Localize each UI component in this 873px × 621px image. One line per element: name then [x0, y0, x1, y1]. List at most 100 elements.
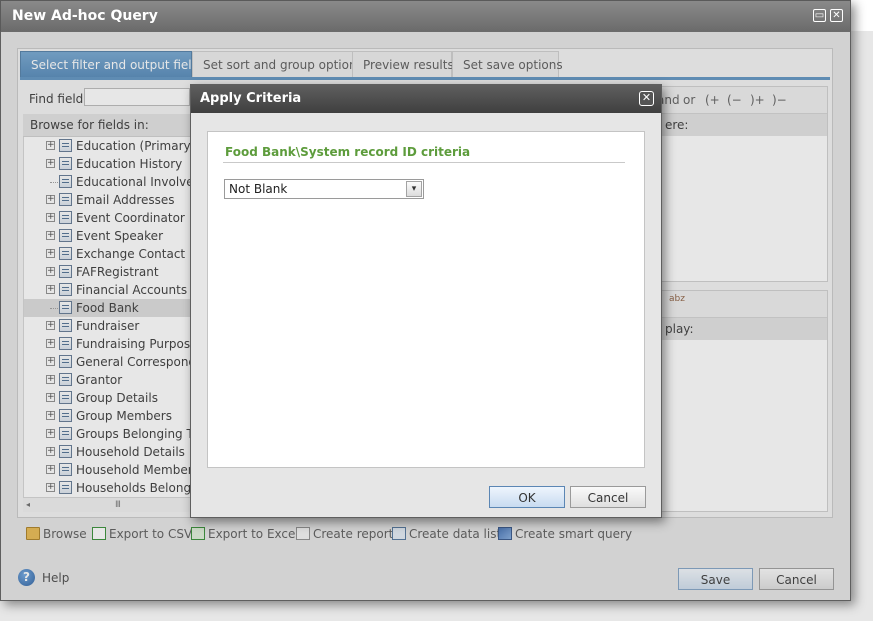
- tree-item-label: Fundraiser: [76, 319, 140, 333]
- tree-item[interactable]: + Household Details: [24, 443, 194, 461]
- expand-icon[interactable]: +: [46, 411, 55, 420]
- tab-underline: [20, 77, 830, 80]
- tree-item[interactable]: + General Corresponder: [24, 353, 194, 371]
- dialog-cancel-button[interactable]: Cancel: [570, 486, 646, 508]
- tab-sort-group[interactable]: Set sort and group options: [192, 51, 372, 78]
- expand-icon[interactable]: +: [46, 483, 55, 492]
- expand-icon[interactable]: +: [46, 231, 55, 240]
- filter-header: ere:: [661, 114, 827, 136]
- find-field-label: Find field:: [29, 92, 88, 106]
- tree-item[interactable]: Educational Involvem: [24, 173, 194, 191]
- table-node-icon: [59, 229, 72, 242]
- table-node-icon: [59, 139, 72, 152]
- ok-button[interactable]: OK: [489, 486, 565, 508]
- tree-item[interactable]: + Fundraiser: [24, 317, 194, 335]
- export-csv-button[interactable]: Export to CSV: [92, 527, 192, 541]
- table-node-icon: [59, 265, 72, 278]
- spellcheck-icon[interactable]: abz: [669, 294, 685, 304]
- maximize-icon[interactable]: ▭: [813, 9, 826, 22]
- browse-label: Browse for fields in:: [30, 118, 149, 132]
- tree-item[interactable]: + Grantor: [24, 371, 194, 389]
- table-node-icon: [59, 283, 72, 296]
- tab-select-fields[interactable]: Select filter and output fields: [20, 51, 206, 78]
- expand-icon[interactable]: +: [46, 447, 55, 456]
- tree-item[interactable]: + Education History: [24, 155, 194, 173]
- save-button[interactable]: Save: [678, 568, 753, 590]
- expand-icon[interactable]: +: [46, 339, 55, 348]
- tree-item-label: Group Members: [76, 409, 172, 423]
- create-report-button[interactable]: Create report: [296, 527, 393, 541]
- tree-item-label: Households Belongin: [76, 481, 194, 495]
- expand-icon[interactable]: +: [46, 357, 55, 366]
- window-title-bar[interactable]: New Ad-hoc Query ▭ ✕: [1, 1, 850, 32]
- tree-item[interactable]: + Event Coordinator: [24, 209, 194, 227]
- open-paren-or-button[interactable]: (−: [727, 93, 742, 107]
- expand-icon[interactable]: +: [46, 393, 55, 402]
- criteria-divider: [223, 162, 625, 163]
- chevron-down-icon[interactable]: ▾: [406, 181, 422, 197]
- expand-icon[interactable]: +: [46, 285, 55, 294]
- criteria-title: Food Bank\System record ID criteria: [225, 145, 471, 159]
- tree-item[interactable]: + Groups Belonging To: [24, 425, 194, 443]
- dialog-title: Apply Criteria: [200, 91, 302, 106]
- scroll-thumb[interactable]: III: [115, 500, 121, 510]
- expand-icon[interactable]: +: [46, 159, 55, 168]
- table-node-icon: [59, 463, 72, 476]
- field-tree[interactable]: + Education (Primary) + Education History Ed…: [23, 137, 194, 497]
- create-data-list-button[interactable]: Create data list: [392, 527, 501, 541]
- expand-icon[interactable]: +: [46, 195, 55, 204]
- help-link[interactable]: Help: [42, 571, 69, 585]
- browse-button[interactable]: Browse: [26, 527, 87, 541]
- expand-icon[interactable]: +: [46, 141, 55, 150]
- apply-criteria-dialog: Apply Criteria ✕ Food Bank\System record…: [190, 84, 662, 518]
- tree-item[interactable]: + Household Members: [24, 461, 194, 479]
- tree-item-label: Education History: [76, 157, 183, 171]
- create-smart-query-button[interactable]: Create smart query: [498, 527, 632, 541]
- tree-item[interactable]: + Group Details: [24, 389, 194, 407]
- tree-item[interactable]: + Fundraising Purpose F: [24, 335, 194, 353]
- tree-item[interactable]: + Households Belongin: [24, 479, 194, 497]
- dialog-close-icon[interactable]: ✕: [639, 91, 654, 106]
- folder-icon: [26, 527, 40, 540]
- close-paren-or-button[interactable]: )−: [772, 93, 787, 107]
- find-field-input[interactable]: [84, 88, 190, 106]
- browse-label: Browse: [43, 527, 87, 541]
- tree-item[interactable]: + Education (Primary): [24, 137, 194, 155]
- tree-horizontal-scrollbar[interactable]: ◂ III: [23, 497, 193, 512]
- open-paren-and-button[interactable]: (+: [705, 93, 720, 107]
- tree-item[interactable]: + Group Members: [24, 407, 194, 425]
- expand-icon[interactable]: +: [46, 465, 55, 474]
- close-paren-and-button[interactable]: )+: [750, 93, 765, 107]
- help-icon[interactable]: ?: [18, 569, 35, 586]
- expand-icon[interactable]: +: [46, 429, 55, 438]
- tree-item[interactable]: + Event Speaker: [24, 227, 194, 245]
- expand-icon[interactable]: +: [46, 321, 55, 330]
- cancel-button[interactable]: Cancel: [759, 568, 834, 590]
- datalist-icon: [392, 527, 406, 540]
- tree-item[interactable]: + Email Addresses: [24, 191, 194, 209]
- close-icon[interactable]: ✕: [830, 9, 843, 22]
- expand-icon[interactable]: +: [46, 375, 55, 384]
- export-excel-button[interactable]: Export to Excel: [191, 527, 299, 541]
- csv-icon: [92, 527, 106, 540]
- tab-preview[interactable]: Preview results: [352, 51, 454, 78]
- scroll-left-icon[interactable]: ◂: [26, 500, 30, 509]
- table-node-icon: [59, 211, 72, 224]
- filter-fields-pane: and or (+ (− )+ )− ere:: [657, 86, 828, 282]
- tree-item[interactable]: Food Bank: [24, 299, 194, 317]
- tab-save-options[interactable]: Set save options: [452, 51, 563, 78]
- tree-item[interactable]: + FAFRegistrant: [24, 263, 194, 281]
- dialog-title-bar[interactable]: Apply Criteria ✕: [191, 85, 661, 113]
- or-operator-button[interactable]: or: [683, 93, 695, 107]
- expand-icon[interactable]: +: [46, 267, 55, 276]
- expand-icon[interactable]: +: [46, 249, 55, 258]
- report-icon: [296, 527, 310, 540]
- criteria-operator-select[interactable]: Not Blank ▾: [224, 179, 424, 199]
- tree-item[interactable]: + Exchange Contact: [24, 245, 194, 263]
- expand-icon[interactable]: +: [46, 213, 55, 222]
- tree-item-label: Educational Involvem: [76, 175, 194, 189]
- tree-item-label: Group Details: [76, 391, 158, 405]
- output-fields-pane: abz play:: [660, 290, 828, 512]
- tree-item-label: Email Addresses: [76, 193, 175, 207]
- tree-item[interactable]: + Financial Accounts: [24, 281, 194, 299]
